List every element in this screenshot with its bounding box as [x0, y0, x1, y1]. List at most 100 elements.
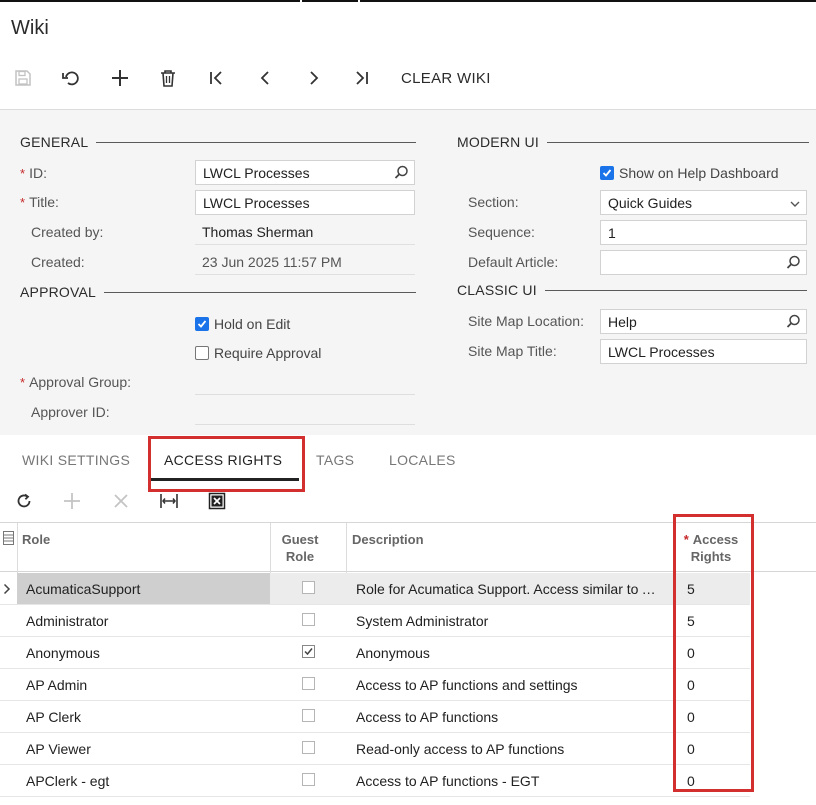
next-record-icon[interactable]: [302, 66, 326, 90]
guest-role-column-header[interactable]: Guest Role: [270, 531, 330, 565]
show-on-help-dashboard-checkbox[interactable]: Show on Help Dashboard: [600, 165, 779, 181]
fit-columns-icon[interactable]: [157, 489, 181, 513]
access-rights-cell[interactable]: 0: [674, 701, 750, 732]
checkbox-checked-icon: [600, 166, 614, 180]
role-cell[interactable]: AP Clerk: [17, 701, 270, 732]
default-article-field[interactable]: [600, 250, 807, 275]
checkbox-unchecked-icon[interactable]: [302, 773, 315, 786]
guest-role-cell[interactable]: [270, 765, 346, 796]
tab-locales[interactable]: LOCALES: [389, 452, 456, 468]
sequence-label: Sequence:: [468, 224, 535, 240]
active-tab-indicator: [151, 478, 299, 481]
role-cell[interactable]: Anonymous: [17, 637, 270, 668]
checkbox-unchecked-icon[interactable]: [302, 677, 315, 690]
search-icon[interactable]: [394, 165, 409, 183]
role-cell[interactable]: APClerk - egt: [17, 765, 270, 796]
role-cell[interactable]: AcumaticaSupport: [17, 573, 270, 604]
row-selector-chevron-icon: [3, 582, 11, 600]
guest-role-cell[interactable]: [270, 605, 346, 636]
chevron-down-icon: [789, 197, 801, 213]
save-icon[interactable]: [11, 66, 35, 90]
checkbox-unchecked-icon[interactable]: [302, 709, 315, 722]
description-cell[interactable]: Role for Acumatica Support. Access simil…: [346, 573, 674, 604]
table-row[interactable]: APClerk - egt Access to AP functions - EG…: [0, 765, 750, 797]
top-border: [0, 0, 816, 2]
guest-role-cell[interactable]: [270, 637, 346, 668]
access-rights-column-header[interactable]: * Access Rights: [678, 531, 744, 565]
table-row[interactable]: AcumaticaSupport Role for Acumatica Suppo…: [0, 573, 750, 605]
delete-icon[interactable]: [156, 66, 180, 90]
description-cell[interactable]: System Administrator: [346, 605, 674, 636]
wiki-form: GENERAL * ID: LWCL Processes * Title: LWCL…: [0, 109, 816, 435]
guest-role-header-line2: Role: [285, 549, 315, 564]
description-cell[interactable]: Access to AP functions - EGT: [346, 765, 674, 796]
tab-tags[interactable]: TAGS: [316, 452, 354, 468]
general-section-heading: GENERAL: [20, 134, 417, 150]
created-value: 23 Jun 2025 11:57 PM: [195, 250, 415, 275]
search-icon[interactable]: [786, 255, 801, 273]
guest-role-cell[interactable]: [270, 701, 346, 732]
role-cell[interactable]: AP Admin: [17, 669, 270, 700]
role-column-header[interactable]: Role: [22, 531, 50, 548]
access-rights-cell[interactable]: 0: [674, 765, 750, 796]
access-rights-cell[interactable]: 0: [674, 637, 750, 668]
checkbox-unchecked-icon[interactable]: [302, 741, 315, 754]
undo-icon[interactable]: [59, 66, 83, 90]
description-cell[interactable]: Anonymous: [346, 637, 674, 668]
created-label: Created:: [31, 254, 85, 270]
description-cell[interactable]: Access to AP functions and settings: [346, 669, 674, 700]
first-record-icon[interactable]: [204, 66, 228, 90]
checkbox-unchecked-icon[interactable]: [302, 581, 315, 594]
tab-access-rights[interactable]: ACCESS RIGHTS: [164, 452, 282, 468]
add-icon[interactable]: [108, 66, 132, 90]
tab-wiki-settings[interactable]: WIKI SETTINGS: [22, 452, 130, 468]
guest-role-cell[interactable]: [270, 573, 346, 604]
access-rights-cell[interactable]: 5: [674, 605, 750, 636]
delete-row-icon[interactable]: [109, 489, 133, 513]
clear-wiki-button[interactable]: CLEAR WIKI: [401, 70, 491, 87]
approval-group-field[interactable]: [195, 394, 415, 395]
section-divider: [96, 141, 417, 143]
search-icon[interactable]: [786, 314, 801, 332]
checkbox-checked-icon: [195, 317, 209, 331]
table-row[interactable]: AP Admin Access to AP functions and setti…: [0, 669, 750, 701]
modern-ui-heading-text: MODERN UI: [457, 134, 539, 150]
hold-on-edit-checkbox[interactable]: Hold on Edit: [195, 316, 290, 332]
access-rights-cell[interactable]: 0: [674, 669, 750, 700]
guest-role-cell[interactable]: [270, 669, 346, 700]
description-column-header[interactable]: Description: [352, 531, 424, 548]
description-cell[interactable]: Access to AP functions: [346, 701, 674, 732]
site-map-location-field[interactable]: Help: [600, 309, 807, 334]
table-row[interactable]: Anonymous Anonymous 0: [0, 637, 750, 669]
grid-header: Role Guest Role Description * Access Righ…: [0, 522, 816, 573]
approver-id-field[interactable]: [195, 424, 415, 425]
role-cell[interactable]: Administrator: [17, 605, 270, 636]
title-field[interactable]: LWCL Processes: [195, 190, 415, 215]
section-dropdown[interactable]: Quick Guides: [600, 190, 807, 215]
site-map-title-field[interactable]: LWCL Processes: [600, 339, 807, 364]
excel-export-icon[interactable]: [205, 489, 229, 513]
require-approval-checkbox[interactable]: Require Approval: [195, 345, 321, 361]
approval-section-heading: APPROVAL: [20, 284, 417, 300]
access-rights-cell[interactable]: 0: [674, 733, 750, 764]
table-row[interactable]: Administrator System Administrator 5: [0, 605, 750, 637]
checkbox-unchecked-icon[interactable]: [302, 613, 315, 626]
id-label: * ID:: [20, 165, 47, 181]
checkbox-checked-icon[interactable]: [302, 645, 315, 658]
id-field[interactable]: LWCL Processes: [195, 160, 415, 185]
column-settings-icon[interactable]: [3, 531, 14, 550]
guest-role-cell[interactable]: [270, 733, 346, 764]
show-on-help-dashboard-label: Show on Help Dashboard: [619, 165, 779, 181]
access-rights-cell[interactable]: 5: [674, 573, 750, 604]
section-divider: [544, 289, 807, 291]
table-row[interactable]: AP Viewer Read-only access to AP function…: [0, 733, 750, 765]
add-row-icon[interactable]: [60, 489, 84, 513]
description-cell[interactable]: Read-only access to AP functions: [346, 733, 674, 764]
refresh-icon[interactable]: [12, 489, 36, 513]
table-row[interactable]: AP Clerk Access to AP functions 0: [0, 701, 750, 733]
role-cell[interactable]: AP Viewer: [17, 733, 270, 764]
last-record-icon[interactable]: [350, 66, 374, 90]
sequence-field[interactable]: 1: [600, 220, 807, 245]
previous-record-icon[interactable]: [253, 66, 277, 90]
tab-bar: WIKI SETTINGS ACCESS RIGHTS TAGS LOCALES: [0, 436, 816, 482]
